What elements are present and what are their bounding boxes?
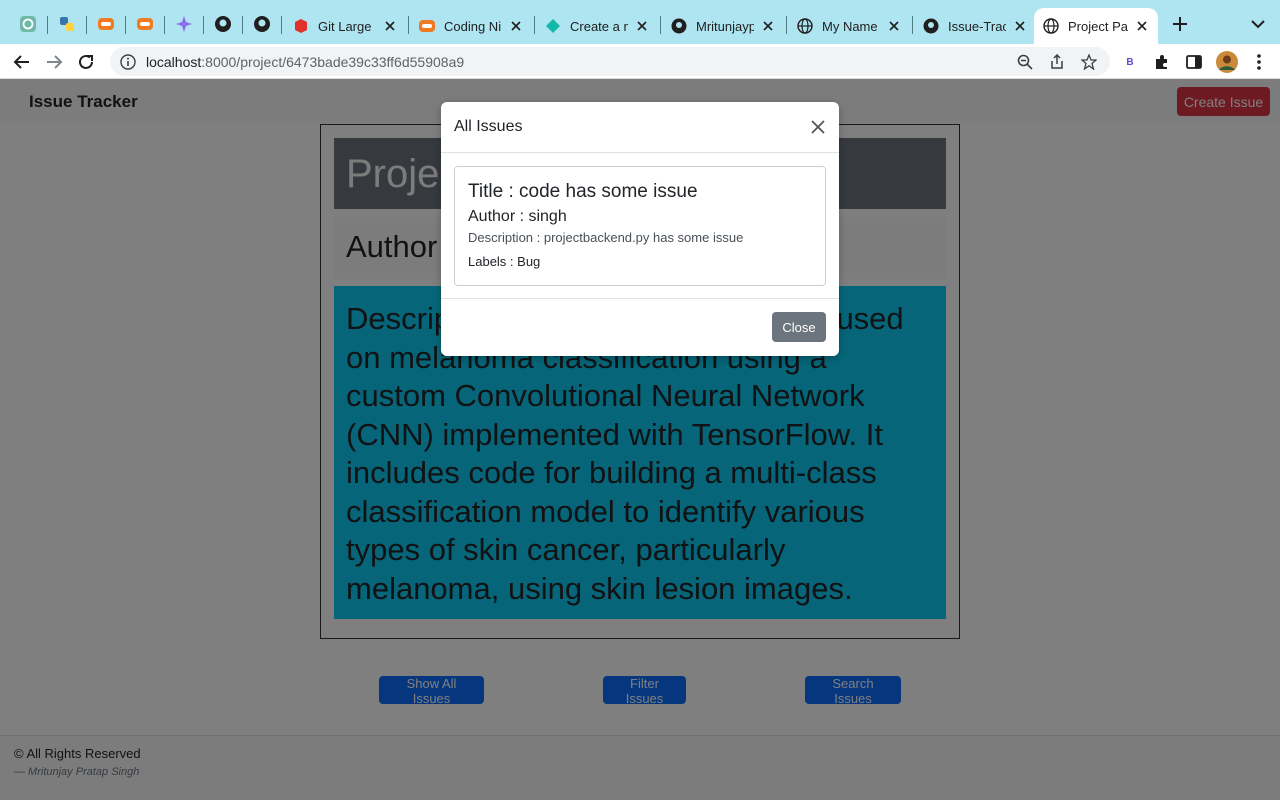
close-icon[interactable] <box>1134 18 1150 34</box>
tab-my-name[interactable]: My Name <box>788 8 910 44</box>
issue-author: Author : singh <box>468 208 567 225</box>
issue-title: Title : code has some issue <box>468 181 698 202</box>
close-icon[interactable] <box>760 18 776 34</box>
issue-description: Description : projectbackend.py has some… <box>468 230 744 245</box>
issue-card: Title : code has some issue Author : sin… <box>454 166 826 286</box>
extension-b-icon[interactable]: B <box>1120 52 1140 72</box>
url-path: :8000/project/6473bade39c33ff6d55908a9 <box>201 53 465 70</box>
issue-labels: Labels : Bug <box>468 254 541 269</box>
address-bar[interactable]: localhost:8000/project/6473bade39c33ff6d… <box>110 47 1110 76</box>
browser-tabstrip: Git Large F Coding Nin Create a ne Mritu… <box>0 0 1280 44</box>
url-host: localhost <box>146 53 202 70</box>
page: Issue Tracker Create Issue Project Autho… <box>0 79 1280 800</box>
all-issues-modal: All Issues Title : code has some issue A… <box>441 102 839 356</box>
plus-icon <box>1173 17 1187 31</box>
reload-button[interactable] <box>73 49 99 75</box>
close-icon[interactable] <box>809 118 827 136</box>
chevron-down-icon <box>1251 20 1265 29</box>
bookmark-star-icon[interactable] <box>1080 53 1098 71</box>
github-icon <box>670 17 688 35</box>
close-icon[interactable] <box>1012 18 1028 34</box>
coding-ninjas-icon <box>418 17 436 35</box>
tab-project-page[interactable]: Project Pag <box>1034 8 1158 44</box>
chatgpt-tab-icon[interactable] <box>14 10 42 38</box>
modal-header: All Issues <box>441 102 839 153</box>
back-button[interactable] <box>9 49 35 75</box>
globe-icon <box>1042 17 1060 35</box>
tab-create-new[interactable]: Create a ne <box>536 8 658 44</box>
tab-mritunjay-github[interactable]: Mritunjayp <box>662 8 784 44</box>
zoom-icon[interactable] <box>1016 53 1034 71</box>
reload-icon <box>79 54 93 69</box>
globe-icon <box>796 17 814 35</box>
github-tab-icon-2[interactable] <box>248 10 276 38</box>
close-button[interactable]: Close <box>772 312 826 342</box>
new-tab-button[interactable] <box>1168 12 1192 36</box>
tab-issue-tracker-github[interactable]: Issue-Trac <box>914 8 1036 44</box>
coding-ninjas-tab-icon[interactable] <box>92 10 120 38</box>
red-box-icon <box>292 17 310 35</box>
diamond-icon <box>544 17 562 35</box>
close-icon[interactable] <box>382 18 398 34</box>
extensions-puzzle-icon[interactable] <box>1152 52 1172 72</box>
browser-toolbar: localhost:8000/project/6473bade39c33ff6d… <box>0 44 1280 79</box>
side-panel-icon[interactable] <box>1184 52 1204 72</box>
info-icon <box>120 53 136 70</box>
tab-git-lfs[interactable]: Git Large F <box>284 8 406 44</box>
coding-ninjas-tab-icon-2[interactable] <box>131 10 159 38</box>
python-tab-icon[interactable] <box>53 10 81 38</box>
forward-arrow-icon <box>47 55 63 69</box>
tab-coding-ninjas[interactable]: Coding Nin <box>410 8 532 44</box>
modal-footer: Close <box>441 298 839 356</box>
close-icon[interactable] <box>508 18 524 34</box>
gemini-tab-icon[interactable] <box>170 10 198 38</box>
tab-search-button[interactable] <box>1248 14 1268 34</box>
close-icon[interactable] <box>886 18 902 34</box>
browser-menu-icon[interactable] <box>1249 52 1269 72</box>
share-icon[interactable] <box>1048 53 1066 71</box>
github-icon <box>922 17 940 35</box>
github-tab-icon[interactable] <box>209 10 237 38</box>
forward-button[interactable] <box>41 49 67 75</box>
profile-avatar[interactable] <box>1215 50 1239 74</box>
back-arrow-icon <box>13 55 29 69</box>
modal-title: All Issues <box>454 118 523 135</box>
close-icon[interactable] <box>634 18 650 34</box>
